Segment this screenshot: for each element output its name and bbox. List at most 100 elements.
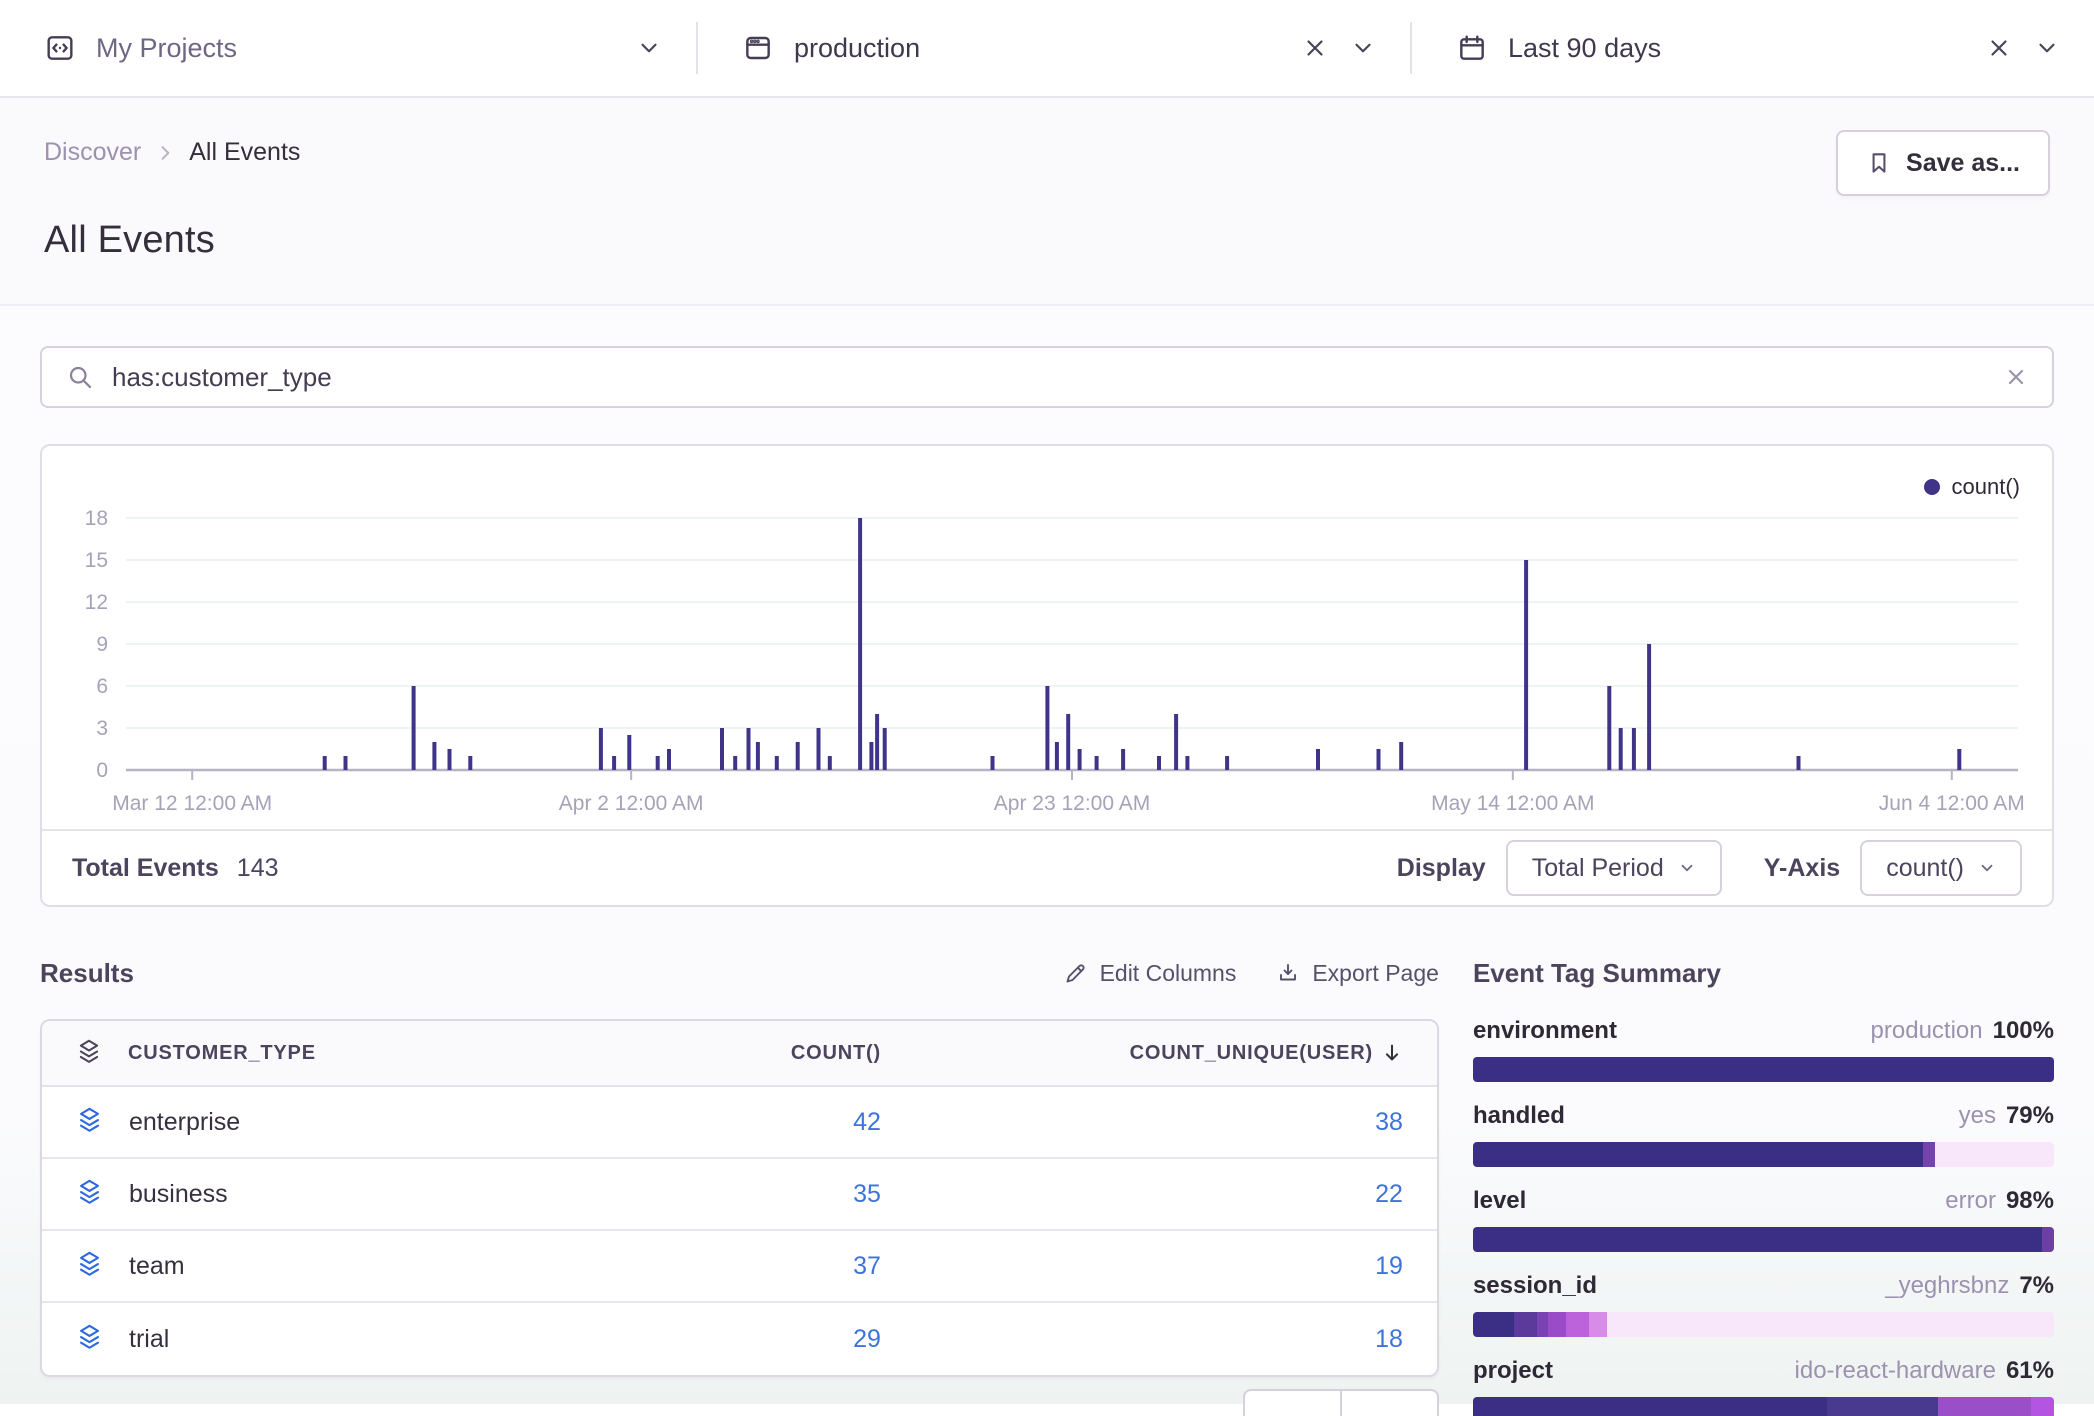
legend-count[interactable]: count() [1924, 474, 2020, 500]
svg-text:18: 18 [85, 507, 108, 530]
yaxis-dropdown[interactable]: count() [1860, 840, 2022, 896]
table-body: enterprise 42 38 business 35 22 team 37 … [42, 1087, 1437, 1375]
next-page-button[interactable] [1341, 1389, 1439, 1416]
tag-summary-list: environment production 100% handled yes … [1473, 1017, 2054, 1416]
tag-key[interactable]: handled [1473, 1102, 1565, 1130]
sort-desc-icon [1381, 1042, 1403, 1064]
tag-block-handled: handled yes 79% [1473, 1102, 2054, 1167]
save-as-button[interactable]: Save as... [1836, 130, 2050, 196]
yaxis-label: Y-Axis [1764, 854, 1840, 883]
table-row[interactable]: trial 29 18 [42, 1303, 1437, 1375]
table-row[interactable]: enterprise 42 38 [42, 1087, 1437, 1159]
count-link[interactable]: 42 [853, 1108, 881, 1136]
tag-bar-segment[interactable] [1514, 1312, 1537, 1337]
tag-bar-segment[interactable] [1589, 1312, 1606, 1337]
content-area: count() 0369121518Mar 12 12:00 AMApr 2 1… [0, 306, 2094, 1404]
breadcrumb-discover-link[interactable]: Discover [44, 138, 141, 167]
column-header-count[interactable]: COUNT() [791, 1042, 881, 1064]
svg-text:Apr 2 12:00 AM: Apr 2 12:00 AM [559, 792, 704, 815]
events-chart-panel: count() 0369121518Mar 12 12:00 AMApr 2 1… [40, 444, 2054, 907]
results-column: Results Edit Columns Export Page [40, 949, 1439, 1416]
tag-bar-segment[interactable] [1473, 1142, 1923, 1167]
environment-filter[interactable]: production [698, 0, 1410, 96]
calendar-icon [1456, 32, 1488, 64]
layers-icon [76, 1323, 103, 1355]
count-unique-user-link[interactable]: 38 [1375, 1108, 1403, 1137]
customer-type-value: enterprise [129, 1108, 240, 1137]
tag-distribution-bar[interactable] [1473, 1057, 2054, 1082]
chevron-down-icon [1978, 859, 1996, 877]
column-header-customer-type[interactable]: CUSTOMER_TYPE [128, 1042, 316, 1065]
tag-bar-segment[interactable] [2042, 1227, 2054, 1252]
tag-bar-segment[interactable] [1473, 1312, 1514, 1337]
count-link[interactable]: 37 [853, 1252, 881, 1280]
page-header: Discover All Events Save as... All Event… [0, 98, 2094, 306]
tag-bar-segment[interactable] [1548, 1312, 1565, 1337]
svg-text:9: 9 [96, 633, 108, 656]
tag-key[interactable]: environment [1473, 1017, 1617, 1045]
chart-footer: Total Events 143 Display Total Period Y-… [42, 829, 2052, 905]
clear-daterange-icon[interactable] [1986, 35, 2012, 61]
clear-environment-icon[interactable] [1302, 35, 1328, 61]
tag-distribution-bar[interactable] [1473, 1227, 2054, 1252]
bookmark-icon [1866, 150, 1892, 176]
pagination [40, 1389, 1439, 1416]
chevron-down-icon[interactable] [2034, 35, 2060, 61]
svg-text:Jun 4 12:00 AM: Jun 4 12:00 AM [1879, 792, 2025, 815]
count-link[interactable]: 29 [853, 1325, 881, 1353]
table-header-row: CUSTOMER_TYPE COUNT() COUNT_UNIQUE(USER) [42, 1021, 1437, 1087]
count-unique-user-link[interactable]: 22 [1375, 1180, 1403, 1209]
chevron-down-icon[interactable] [636, 35, 662, 61]
previous-page-button[interactable] [1243, 1389, 1341, 1416]
display-dropdown[interactable]: Total Period [1506, 840, 1722, 896]
customer-type-value: trial [129, 1325, 169, 1354]
tag-bar-segment[interactable] [2031, 1397, 2054, 1416]
tag-block-level: level error 98% [1473, 1187, 2054, 1252]
tag-distribution-bar[interactable] [1473, 1397, 2054, 1416]
legend-dot-icon [1924, 479, 1940, 495]
tag-bar-segment[interactable] [1923, 1142, 1935, 1167]
count-unique-user-link[interactable]: 19 [1375, 1252, 1403, 1281]
daterange-filter[interactable]: Last 90 days [1412, 0, 2094, 96]
display-dropdown-value: Total Period [1532, 854, 1664, 883]
tag-bar-segment[interactable] [1473, 1397, 1827, 1416]
tag-bar-segment[interactable] [1537, 1312, 1549, 1337]
search-bar [40, 346, 2054, 408]
tag-top-percent: 98% [2006, 1187, 2054, 1215]
tag-bar-segment[interactable] [1827, 1397, 1937, 1416]
tag-summary-heading: Event Tag Summary [1473, 949, 2054, 997]
tag-bar-segment[interactable] [1473, 1227, 2042, 1252]
column-header-count-unique-user[interactable]: COUNT_UNIQUE(USER) [1130, 1042, 1373, 1065]
tag-distribution-bar[interactable] [1473, 1142, 2054, 1167]
tag-top-percent: 100% [1993, 1017, 2054, 1045]
edit-columns-button[interactable]: Edit Columns [1064, 960, 1237, 987]
tag-block-project: project ido-react-hardware 61% [1473, 1357, 2054, 1416]
chevron-down-icon[interactable] [1350, 35, 1376, 61]
tag-top-value: error [1945, 1187, 1996, 1215]
total-events-label: Total Events [72, 854, 219, 883]
tag-bar-segment[interactable] [1473, 1057, 2054, 1082]
layers-icon [76, 1250, 103, 1282]
count-link[interactable]: 35 [853, 1180, 881, 1208]
tag-bar-segment[interactable] [1938, 1397, 2031, 1416]
tag-distribution-bar[interactable] [1473, 1312, 2054, 1337]
count-unique-user-link[interactable]: 18 [1375, 1325, 1403, 1354]
project-filter[interactable]: My Projects [0, 0, 696, 96]
clear-search-icon[interactable] [2004, 365, 2028, 389]
table-row[interactable]: business 35 22 [42, 1159, 1437, 1231]
table-row[interactable]: team 37 19 [42, 1231, 1437, 1303]
tag-key[interactable]: session_id [1473, 1272, 1597, 1300]
export-page-button[interactable]: Export Page [1276, 960, 1439, 987]
total-events-value: 143 [237, 854, 279, 883]
tag-top-percent: 7% [2019, 1272, 2054, 1300]
tag-top-percent: 61% [2006, 1357, 2054, 1385]
svg-text:Mar 12 12:00 AM: Mar 12 12:00 AM [112, 792, 272, 815]
tag-key[interactable]: level [1473, 1187, 1526, 1215]
pencil-icon [1064, 961, 1088, 985]
search-input[interactable] [94, 362, 2004, 393]
chart-canvas: 0369121518Mar 12 12:00 AMApr 2 12:00 AMA… [42, 472, 2052, 824]
breadcrumb-chevron-icon [155, 143, 175, 163]
svg-text:May 14 12:00 AM: May 14 12:00 AM [1431, 792, 1594, 815]
tag-bar-segment[interactable] [1566, 1312, 1589, 1337]
tag-key[interactable]: project [1473, 1357, 1553, 1385]
